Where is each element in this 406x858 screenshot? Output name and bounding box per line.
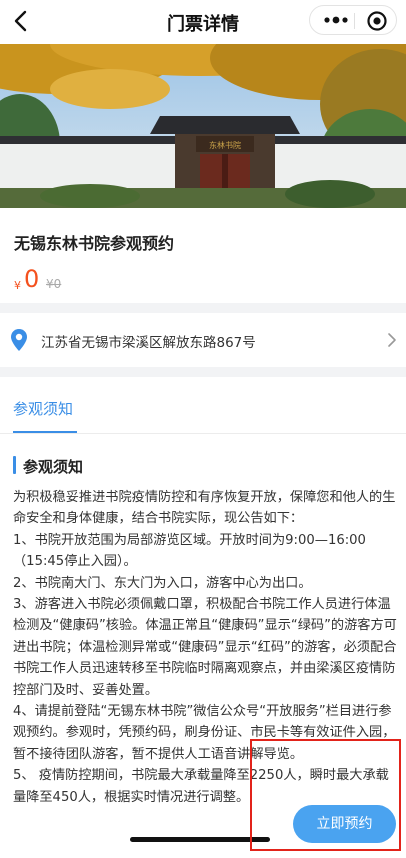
- chevron-right-icon: [388, 333, 396, 347]
- location-pin-icon: [11, 329, 27, 351]
- tab-notice[interactable]: 参观须知: [13, 398, 73, 419]
- section-title: 参观须知: [23, 458, 84, 476]
- place-name: 无锡东林书院参观预约: [14, 234, 175, 253]
- nav-bar: 门票详情: [0, 0, 406, 44]
- target-icon[interactable]: [366, 10, 388, 32]
- price-currency: ¥: [14, 279, 21, 292]
- notice-paragraph: 2、书院南大门、东大门为入口，游客中心为出口。: [13, 575, 312, 591]
- capsule-divider: [354, 13, 355, 29]
- tab-divider: [0, 433, 406, 434]
- notice-paragraph: 为积极稳妥推进书院疫情防控和有序恢复开放，保障您和他人的生命安全和身体健康，结合…: [13, 490, 396, 527]
- original-price: ¥0: [46, 277, 62, 291]
- mini-program-capsule: [309, 5, 397, 35]
- hero-image: 东林书院: [0, 44, 406, 208]
- highlight-box: [250, 739, 401, 851]
- notice-paragraph: 3、游客进入书院必须佩戴口罩，积极配合书院工作人员进行体温检测及“健康码”核验。…: [13, 597, 397, 698]
- home-indicator: [130, 837, 270, 842]
- price-value: 0: [24, 265, 40, 293]
- section-accent-bar: [13, 456, 16, 474]
- notice-paragraph: 1、书院开放范围为局部游览区域。开放时间为9:00—16:00（15:45停止入…: [13, 532, 366, 570]
- address-row[interactable]: 江苏省无锡市梁溪区解放东路867号: [0, 313, 406, 367]
- more-dots-icon[interactable]: [322, 9, 350, 31]
- address-text: 江苏省无锡市梁溪区解放东路867号: [41, 335, 256, 351]
- hero-sign-text: 东林书院: [209, 140, 241, 150]
